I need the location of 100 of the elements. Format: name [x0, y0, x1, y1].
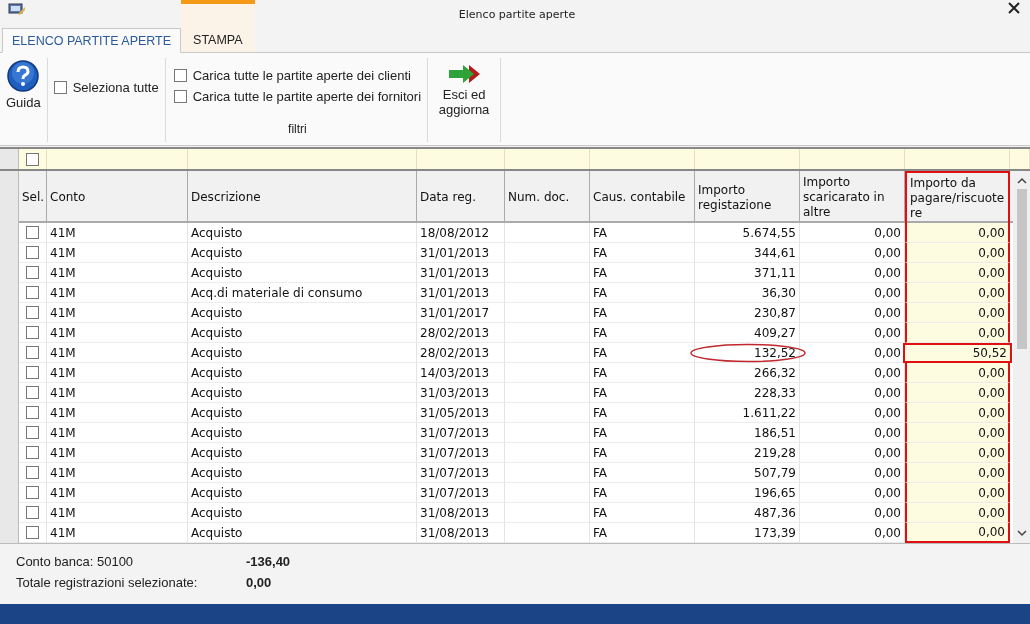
amount-input-cell[interactable]: 0,00	[905, 263, 1010, 283]
table-cell: 186,51	[754, 425, 796, 440]
filter-checkbox[interactable]: Carica tutte le partite aperte dei fornitori	[173, 89, 422, 104]
table-cell: FA	[590, 383, 695, 403]
table-cell: Acquisto	[188, 363, 417, 383]
column-header[interactable]: Importo registazione	[695, 171, 800, 224]
table-cell: Acquisto	[188, 263, 417, 283]
table-cell: Acquisto	[188, 423, 417, 443]
row-checkbox[interactable]	[26, 406, 39, 419]
column-header[interactable]: Data reg.	[417, 171, 505, 224]
table-cell: 28/02/2013	[417, 323, 505, 343]
row-checkbox[interactable]	[26, 506, 39, 519]
amount-input-cell[interactable]: 0,00	[905, 443, 1010, 463]
amount-input-cell[interactable]: 0,00	[905, 423, 1010, 443]
table-cell: 31/01/2013	[417, 283, 505, 303]
column-header[interactable]: Importo scaricarato in altre	[800, 171, 905, 224]
row-checkbox[interactable]	[26, 326, 39, 339]
table-cell: FA	[590, 323, 695, 343]
table-cell: 0,00	[874, 405, 901, 420]
table-cell: Acq.di materiale di consumo	[188, 283, 417, 303]
table-cell: 0,00	[874, 465, 901, 480]
table-cell: FA	[590, 423, 695, 443]
row-checkbox[interactable]	[26, 366, 39, 379]
table-cell: 0,00	[874, 265, 901, 280]
table-cell: FA	[590, 223, 695, 243]
scroll-down-icon[interactable]	[1016, 529, 1027, 537]
table-cell: 41M	[47, 303, 188, 323]
table-cell: 31/08/2013	[417, 523, 505, 543]
row-checkbox[interactable]	[26, 226, 39, 239]
summary-label: Totale registrazioni selezionate:	[16, 575, 199, 590]
row-checkbox[interactable]	[26, 486, 39, 499]
amount-input-cell[interactable]: 0,00	[905, 363, 1010, 383]
amount-input-cell[interactable]: 0,00	[905, 223, 1010, 243]
row-checkbox[interactable]	[26, 466, 39, 479]
help-button[interactable]: Guida	[6, 58, 41, 142]
exit-update-button[interactable]: Esci ed aggiorna	[434, 58, 495, 142]
row-checkbox[interactable]	[26, 386, 39, 399]
row-checkbox[interactable]	[26, 246, 39, 259]
table-cell: Acquisto	[188, 223, 417, 243]
amount-input-cell[interactable]: 50,52	[903, 343, 1012, 363]
tab[interactable]: ELENCO PARTITE APERTE	[2, 28, 182, 53]
select-all-checkbox[interactable]: Seleziona tutte	[53, 80, 159, 95]
arrow-icon	[447, 64, 482, 84]
table-cell: 230,87	[754, 305, 796, 320]
table-cell: 0,00	[874, 245, 901, 260]
table-cell: 371,11	[754, 265, 796, 280]
table-cell: 41M	[47, 443, 188, 463]
table-cell: 31/07/2013	[417, 443, 505, 463]
amount-input-cell[interactable]: 0,00	[905, 243, 1010, 263]
window-title: Elenco partite aperte	[457, 7, 577, 21]
tab[interactable]: STAMPA	[181, 0, 255, 52]
column-header[interactable]: Sel.	[19, 171, 47, 224]
table-cell: 28/02/2013	[417, 343, 505, 363]
table-cell: 266,32	[754, 365, 796, 380]
row-checkbox[interactable]	[26, 266, 39, 279]
row-checkbox[interactable]	[26, 346, 39, 359]
column-header[interactable]: Descrizione	[188, 171, 417, 224]
filter-checkbox[interactable]: Carica tutte le partite aperte dei clienti	[173, 68, 422, 83]
table-cell: 132,52	[754, 345, 796, 360]
help-icon	[7, 60, 40, 92]
amount-input-cell[interactable]: 0,00	[905, 483, 1010, 503]
table-cell: Acquisto	[188, 523, 417, 543]
amount-input-cell[interactable]: 0,00	[905, 303, 1010, 323]
row-checkbox[interactable]	[26, 526, 39, 539]
table-cell: FA	[590, 363, 695, 383]
scrollbar-thumb[interactable]	[1016, 189, 1027, 349]
filter-row-checkbox[interactable]	[26, 152, 39, 166]
amount-input-cell[interactable]: 0,00	[905, 503, 1010, 523]
table-cell: Acquisto	[188, 383, 417, 403]
table-cell: FA	[590, 463, 695, 483]
column-header[interactable]: Num. doc.	[505, 171, 590, 224]
row-checkbox[interactable]	[26, 286, 39, 299]
amount-input-cell[interactable]: 0,00	[905, 463, 1010, 483]
table-cell: FA	[590, 443, 695, 463]
row-checkbox[interactable]	[26, 426, 39, 439]
table-cell: Acquisto	[188, 503, 417, 523]
table-cell: 41M	[47, 423, 188, 443]
table-cell: 18/08/2012	[417, 223, 505, 243]
amount-input-cell[interactable]: 0,00	[905, 403, 1010, 423]
table-cell: FA	[590, 263, 695, 283]
column-header[interactable]: Caus. contabile	[590, 171, 695, 224]
row-checkbox[interactable]	[26, 446, 39, 459]
amount-input-cell[interactable]: 0,00	[905, 283, 1010, 303]
column-header[interactable]: Conto	[47, 171, 188, 224]
amount-input-cell[interactable]: 0,00	[905, 523, 1010, 543]
table-cell: 41M	[47, 503, 188, 523]
table-cell: FA	[590, 483, 695, 503]
table-cell: 173,39	[754, 525, 796, 540]
table-cell: 0,00	[874, 425, 901, 440]
table-cell: 31/01/2013	[417, 243, 505, 263]
amount-input-cell[interactable]: 0,00	[905, 323, 1010, 343]
scroll-up-icon[interactable]	[1016, 177, 1027, 185]
app-icon	[8, 2, 26, 16]
table-cell: 41M	[47, 223, 188, 243]
row-checkbox[interactable]	[26, 306, 39, 319]
close-icon[interactable]	[1008, 2, 1020, 14]
table-cell: 0,00	[874, 225, 901, 240]
scrollbar[interactable]	[1013, 171, 1030, 543]
table-cell: 5.674,55	[742, 225, 796, 240]
amount-input-cell[interactable]: 0,00	[905, 383, 1010, 403]
